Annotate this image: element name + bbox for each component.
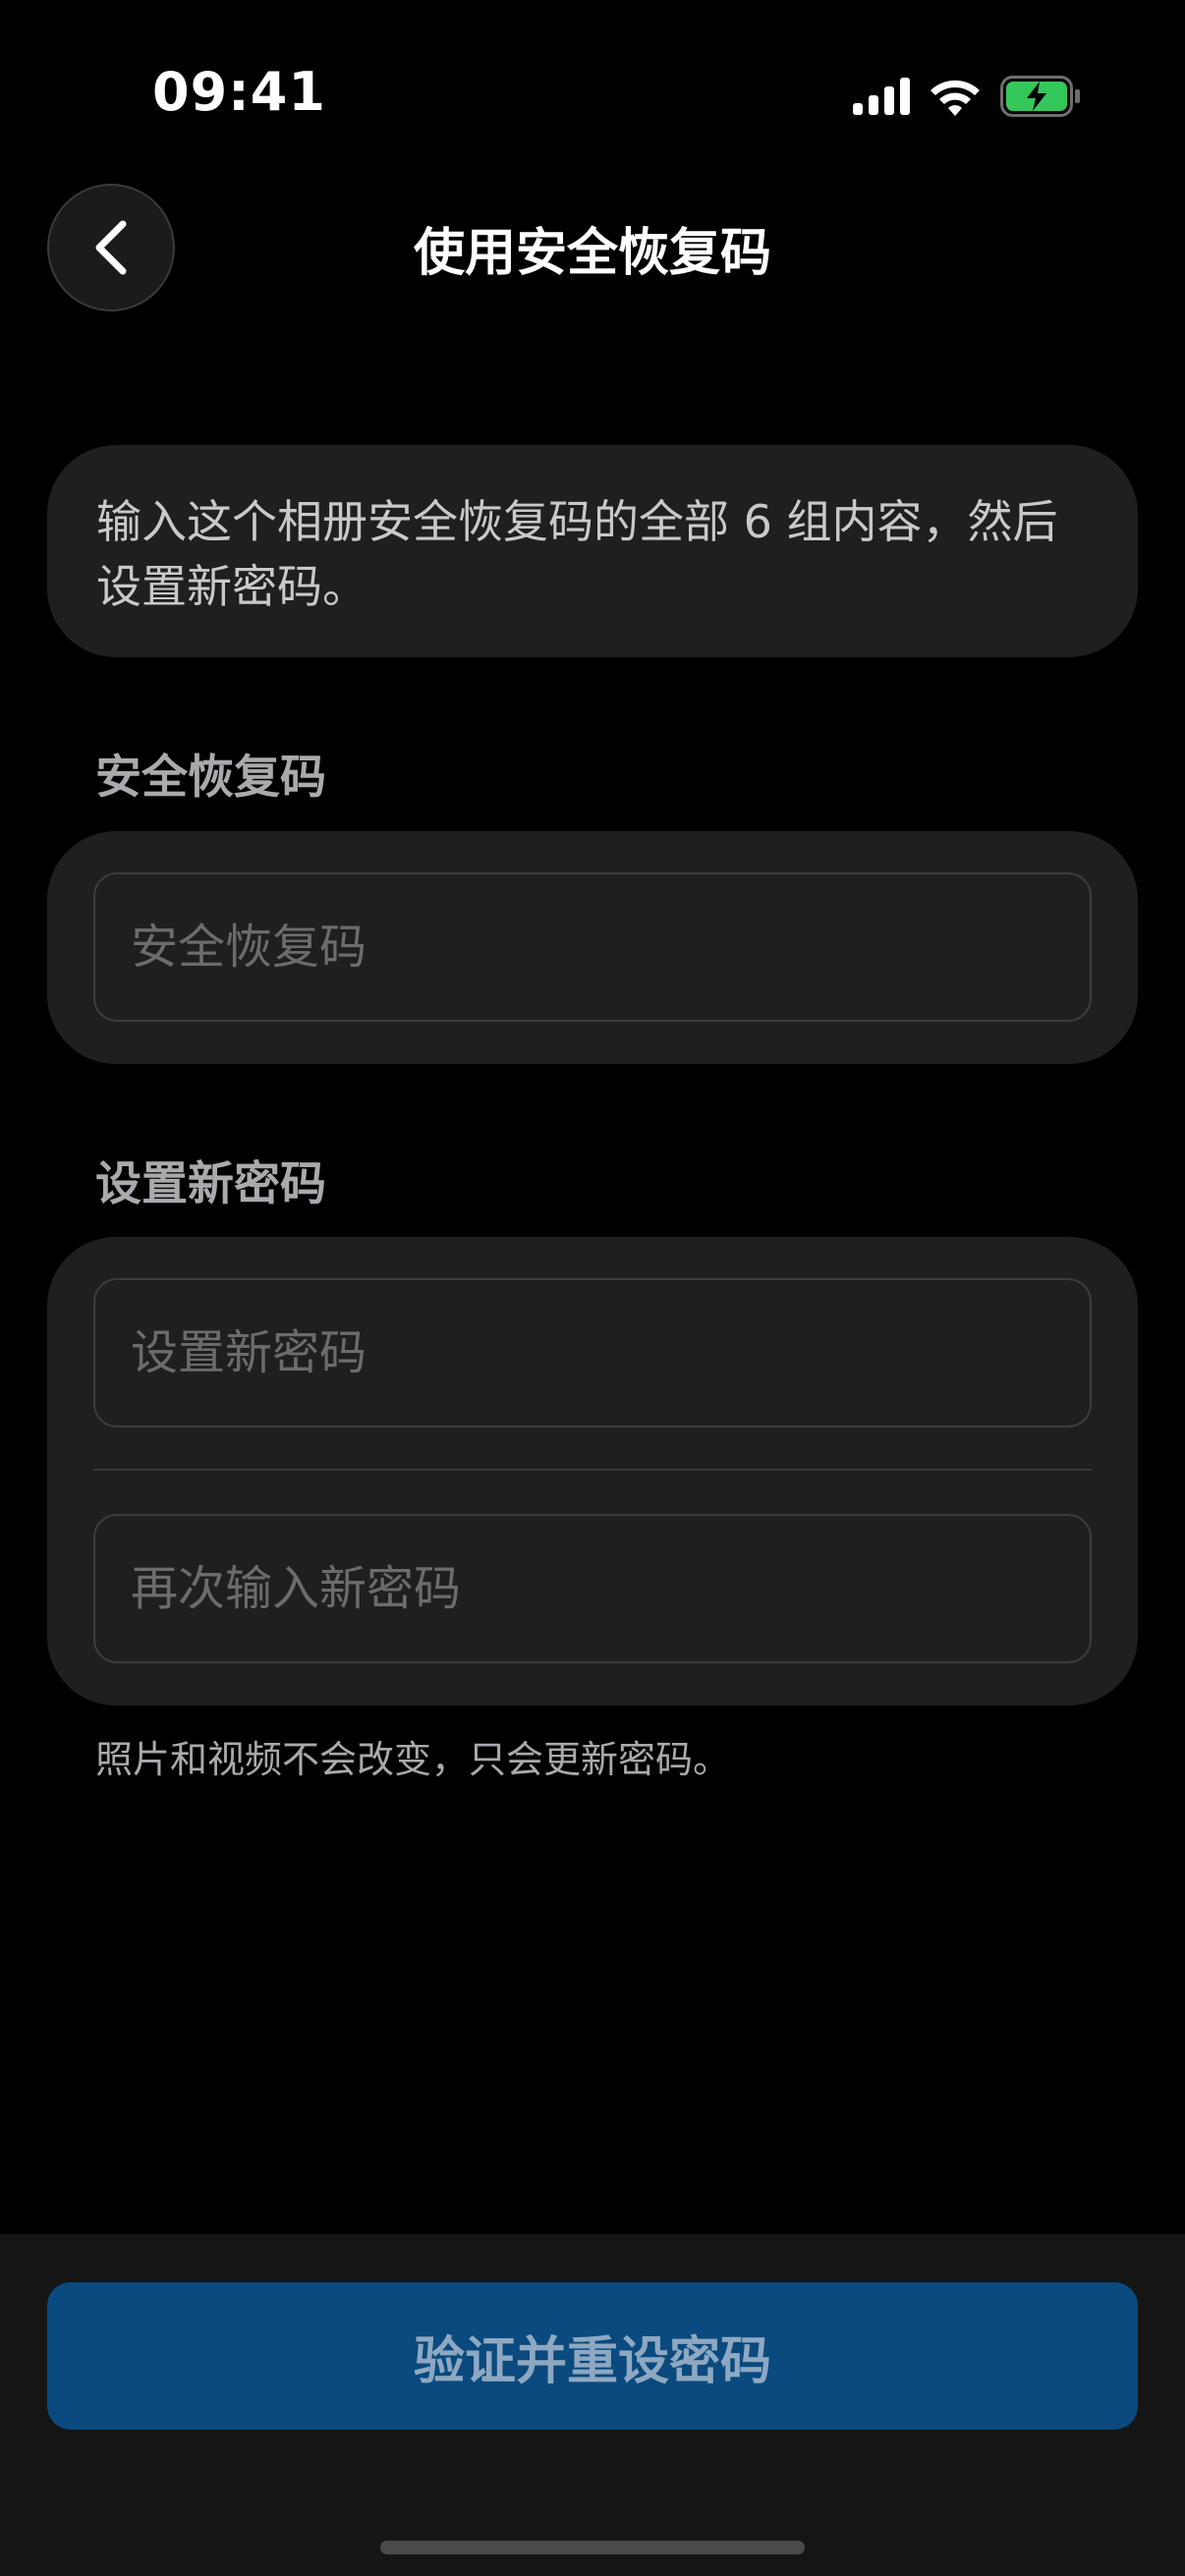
confirm-password-input[interactable] <box>93 1514 1092 1663</box>
recovery-code-card <box>47 831 1138 1064</box>
status-time: 09:41 <box>152 61 326 123</box>
home-indicator <box>380 2541 805 2554</box>
new-password-header: 设置新密码 <box>95 1157 326 1211</box>
new-password-card <box>47 1237 1138 1706</box>
new-password-input[interactable] <box>93 1278 1092 1428</box>
signal-icon <box>853 78 910 115</box>
page-title: 使用安全恢复码 <box>413 224 771 283</box>
bottom-bar: 验证并重设密码 <box>0 2234 1185 2576</box>
verify-reset-button[interactable]: 验证并重设密码 <box>47 2282 1138 2430</box>
info-card: 输入这个相册安全恢复码的全部 6 组内容，然后设置新密码。 <box>47 445 1138 657</box>
recovery-code-input[interactable] <box>93 872 1092 1022</box>
info-text: 输入这个相册安全恢复码的全部 6 组内容，然后设置新密码。 <box>96 495 1058 613</box>
battery-charging-icon <box>1000 76 1080 117</box>
divider <box>93 1469 1092 1471</box>
note-text: 照片和视频不会改变，只会更新密码。 <box>95 1738 731 1781</box>
status-icons <box>853 73 1081 120</box>
status-bar: 09:41 <box>0 0 1185 187</box>
recovery-code-header: 安全恢复码 <box>95 751 326 805</box>
wifi-icon <box>931 80 980 116</box>
